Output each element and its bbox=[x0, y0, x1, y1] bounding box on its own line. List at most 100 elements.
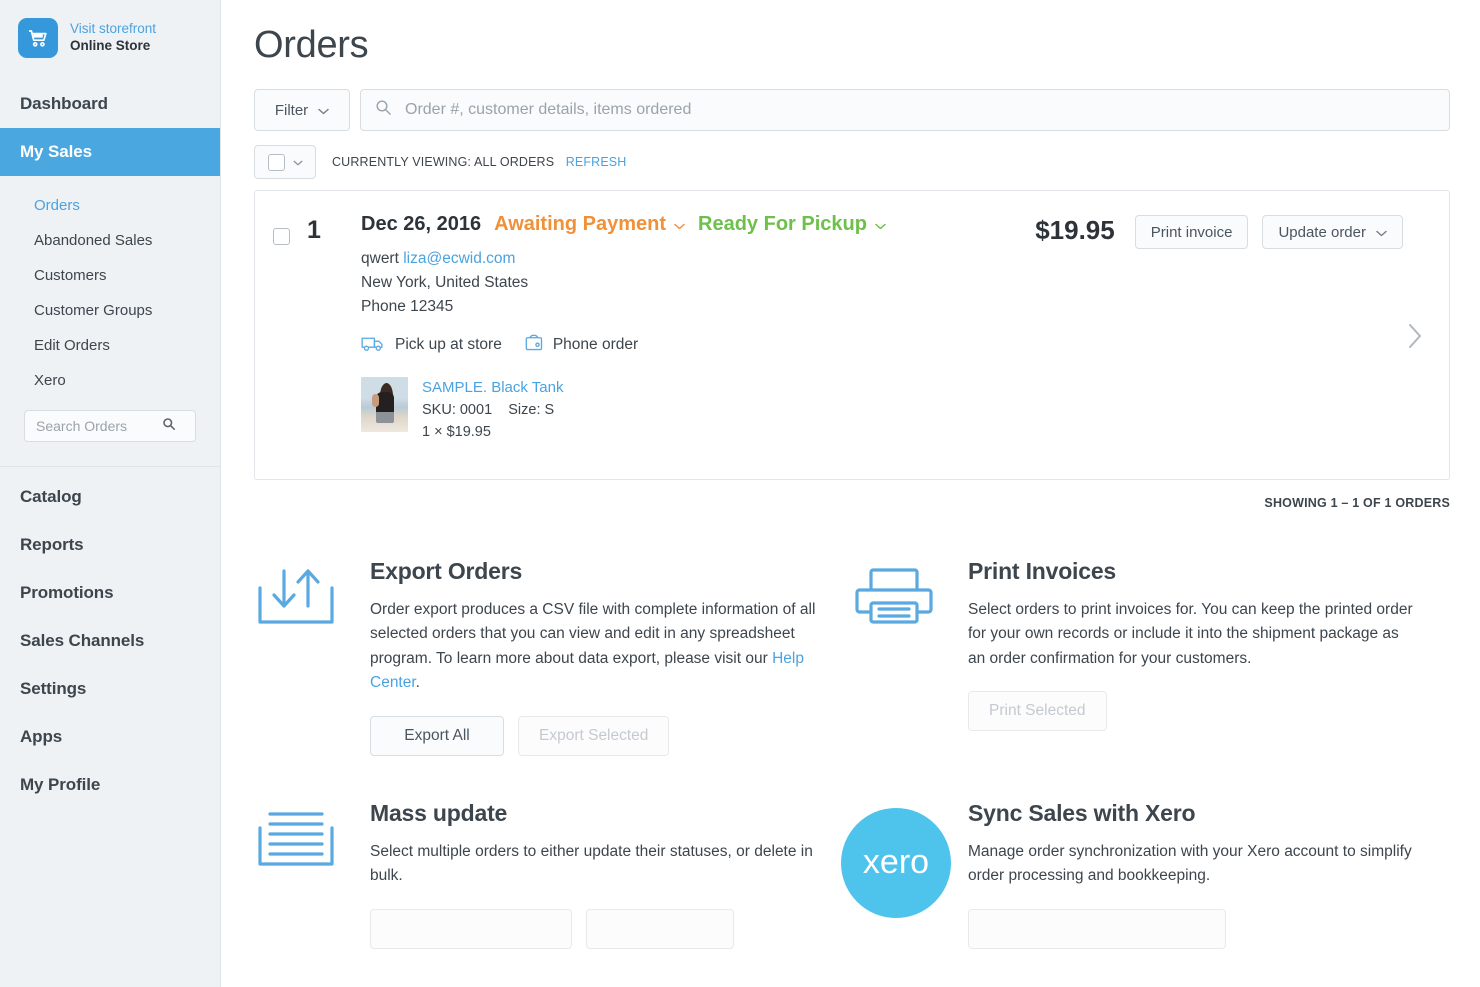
filter-button[interactable]: Filter bbox=[254, 89, 350, 131]
mass-update-primary-button[interactable] bbox=[370, 909, 572, 949]
xero-settings-button[interactable] bbox=[968, 909, 1226, 949]
orders-search-input[interactable] bbox=[403, 100, 1435, 120]
truck-icon bbox=[361, 334, 386, 357]
panel-title: Export Orders bbox=[370, 558, 822, 585]
panel-actions: Print Selected bbox=[968, 691, 1420, 731]
sidebar-item-my-profile[interactable]: My Profile bbox=[0, 761, 220, 809]
order-badges: Pick up at store Phone order bbox=[361, 333, 1029, 357]
order-details: Dec 26, 2016 Awaiting Payment Ready For … bbox=[347, 213, 1029, 455]
sidebar-item-orders[interactable]: Orders bbox=[0, 188, 220, 223]
panel-export-orders: Export Orders Order export produces a CS… bbox=[254, 558, 852, 756]
update-order-label: Update order bbox=[1278, 224, 1366, 241]
chevron-down-icon bbox=[293, 153, 303, 171]
printer-icon bbox=[852, 558, 940, 756]
panel-text: Order export produces a CSV file with co… bbox=[370, 598, 822, 696]
sidebar-item-sales-channels[interactable]: Sales Channels bbox=[0, 617, 220, 665]
sidebar-item-dashboard[interactable]: Dashboard bbox=[0, 80, 220, 128]
product-sku: SKU: 0001 bbox=[422, 402, 492, 418]
sidebar-item-customers[interactable]: Customers bbox=[0, 258, 220, 293]
customer-name: qwert bbox=[361, 250, 399, 267]
sidebar-item-settings[interactable]: Settings bbox=[0, 665, 220, 713]
sidebar-item-xero[interactable]: Xero bbox=[0, 363, 220, 398]
order-card[interactable]: 1 Dec 26, 2016 Awaiting Payment Ready Fo… bbox=[254, 190, 1450, 480]
bulk-select-dropdown[interactable] bbox=[254, 145, 316, 179]
currently-viewing-block: CURRENTLY VIEWING: ALL ORDERS REFRESH bbox=[332, 153, 626, 171]
product-option: Size: S bbox=[508, 402, 554, 418]
xero-logo-circle: xero bbox=[841, 808, 951, 918]
currently-viewing-label: CURRENTLY VIEWING: ALL ORDERS bbox=[332, 155, 554, 169]
sidebar-item-edit-orders[interactable]: Edit Orders bbox=[0, 328, 220, 363]
sidebar-item-promotions[interactable]: Promotions bbox=[0, 569, 220, 617]
sidebar-item-reports[interactable]: Reports bbox=[0, 521, 220, 569]
main-content: Orders Filter bbox=[221, 0, 1480, 987]
customer-location: New York, United States bbox=[361, 271, 1029, 295]
panel-actions: Export All Export Selected bbox=[370, 716, 822, 756]
print-selected-button[interactable]: Print Selected bbox=[968, 691, 1107, 731]
panel-body: Mass update Select multiple orders to ei… bbox=[370, 800, 822, 949]
badge-phone-order: Phone order bbox=[524, 333, 638, 357]
mass-update-secondary-button[interactable] bbox=[586, 909, 734, 949]
chevron-down-icon bbox=[674, 213, 685, 236]
app-root: Visit storefront Online Store Dashboard … bbox=[0, 0, 1480, 987]
chevron-right-icon[interactable] bbox=[1407, 323, 1423, 354]
sidebar-search-box[interactable] bbox=[24, 410, 196, 442]
customer-email-link[interactable]: liza@ecwid.com bbox=[403, 250, 515, 267]
panel-actions bbox=[968, 909, 1420, 949]
order-item-info: SAMPLE. Black Tank SKU: 0001 Size: S 1 ×… bbox=[422, 377, 563, 443]
panel-text: Manage order synchronization with your X… bbox=[968, 840, 1420, 889]
search-icon bbox=[162, 417, 176, 436]
store-name: Online Store bbox=[70, 38, 156, 55]
sidebar-subnav: Orders Abandoned Sales Customers Custome… bbox=[0, 176, 220, 448]
filter-button-label: Filter bbox=[275, 102, 308, 119]
badge-pickup-label: Pick up at store bbox=[395, 336, 502, 354]
product-title-link[interactable]: SAMPLE. Black Tank bbox=[422, 379, 563, 396]
sidebar-item-customer-groups[interactable]: Customer Groups bbox=[0, 293, 220, 328]
print-invoice-button[interactable]: Print invoice bbox=[1135, 215, 1249, 249]
refresh-link[interactable]: REFRESH bbox=[566, 155, 627, 169]
panel-sync-xero: xero Sync Sales with Xero Manage order s… bbox=[852, 800, 1450, 949]
xero-logo-icon: xero bbox=[852, 800, 940, 949]
update-order-button[interactable]: Update order bbox=[1262, 215, 1403, 249]
panel-text: Select multiple orders to either update … bbox=[370, 840, 822, 889]
sidebar-item-abandoned-sales[interactable]: Abandoned Sales bbox=[0, 223, 220, 258]
orders-search-box[interactable] bbox=[360, 89, 1450, 131]
panel-text: Select orders to print invoices for. You… bbox=[968, 598, 1420, 671]
sidebar-item-my-sales[interactable]: My Sales bbox=[0, 128, 220, 176]
customer-phone: Phone 12345 bbox=[361, 295, 1029, 319]
badge-pickup: Pick up at store bbox=[361, 334, 502, 357]
nav-bottom: Catalog Reports Promotions Sales Channel… bbox=[0, 467, 220, 809]
sidebar-item-catalog[interactable]: Catalog bbox=[0, 473, 220, 521]
xero-logo-text: xero bbox=[863, 843, 929, 882]
order-item-row: SAMPLE. Black Tank SKU: 0001 Size: S 1 ×… bbox=[361, 377, 1029, 443]
nav-top: Dashboard My Sales bbox=[0, 80, 220, 176]
payment-status-dropdown[interactable]: Awaiting Payment bbox=[494, 213, 685, 236]
customer-block: qwert liza@ecwid.com New York, United St… bbox=[361, 247, 1029, 319]
visit-storefront-link[interactable]: Visit storefront bbox=[70, 21, 156, 38]
chevron-down-icon bbox=[318, 102, 329, 119]
export-selected-button[interactable]: Export Selected bbox=[518, 716, 669, 756]
page-title: Orders bbox=[254, 24, 1450, 67]
panel-title: Sync Sales with Xero bbox=[968, 800, 1420, 827]
sidebar: Visit storefront Online Store Dashboard … bbox=[0, 0, 221, 987]
sidebar-item-apps[interactable]: Apps bbox=[0, 713, 220, 761]
order-headline: Dec 26, 2016 Awaiting Payment Ready For … bbox=[361, 213, 1029, 236]
product-qty-price: 1 × $19.95 bbox=[422, 422, 563, 444]
chevron-down-icon bbox=[875, 213, 886, 236]
badge-phone-order-label: Phone order bbox=[553, 336, 638, 354]
panel-body: Export Orders Order export produces a CS… bbox=[370, 558, 822, 756]
panel-mass-update: Mass update Select multiple orders to ei… bbox=[254, 800, 852, 949]
viewing-row: CURRENTLY VIEWING: ALL ORDERS REFRESH bbox=[254, 145, 1450, 179]
order-checkbox[interactable] bbox=[273, 228, 290, 245]
export-all-button[interactable]: Export All bbox=[370, 716, 504, 756]
search-orders-input[interactable] bbox=[34, 417, 162, 435]
order-number: 1 bbox=[307, 213, 347, 455]
select-all-checkbox[interactable] bbox=[268, 154, 285, 171]
search-icon bbox=[375, 99, 392, 121]
brand-block[interactable]: Visit storefront Online Store bbox=[0, 0, 220, 72]
panel-body: Sync Sales with Xero Manage order synchr… bbox=[968, 800, 1420, 949]
filter-row: Filter bbox=[254, 89, 1450, 131]
product-thumbnail[interactable] bbox=[361, 377, 408, 432]
import-export-icon bbox=[254, 558, 342, 756]
feature-panels: Export Orders Order export produces a CS… bbox=[254, 558, 1450, 987]
fulfillment-status-dropdown[interactable]: Ready For Pickup bbox=[698, 213, 886, 236]
